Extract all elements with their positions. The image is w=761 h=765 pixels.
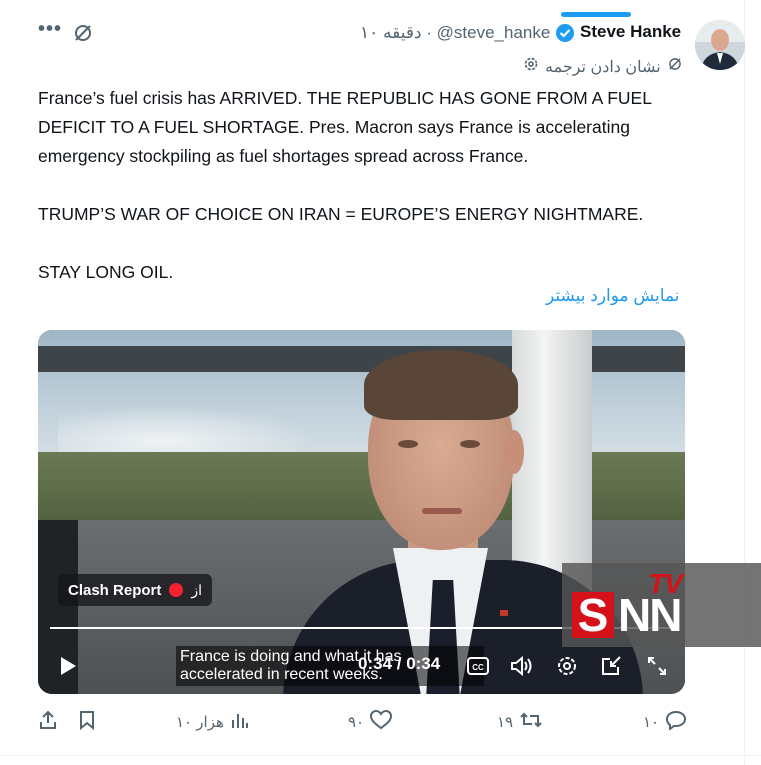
- settings-icon[interactable]: [555, 655, 579, 682]
- grok-translate-icon: [667, 56, 683, 77]
- reply-button[interactable]: ۱۰: [643, 710, 687, 734]
- watermark-nn: NN: [618, 589, 682, 641]
- analytics-icon: [230, 710, 248, 734]
- grok-icon[interactable]: [72, 22, 94, 49]
- author-handle[interactable]: @steve_hanke: [437, 23, 551, 42]
- translate-label: نشان دادن ترجمه: [545, 58, 661, 76]
- column-divider: [744, 0, 745, 765]
- reply-count: ۱۰: [643, 714, 660, 731]
- share-button[interactable]: [38, 710, 58, 734]
- like-count: ۹۰: [348, 714, 365, 731]
- watermark-s: S: [572, 592, 614, 638]
- tab-indicator: [561, 12, 631, 17]
- source-name: Clash Report: [68, 581, 162, 599]
- fullscreen-icon[interactable]: [646, 655, 668, 682]
- share-icon: [38, 710, 58, 734]
- pip-icon[interactable]: [600, 655, 624, 682]
- avatar[interactable]: [695, 20, 745, 70]
- cc-icon[interactable]: CC: [466, 655, 490, 682]
- repost-button[interactable]: ۱۹: [497, 710, 543, 734]
- time-ago[interactable]: ۱۰ دقیقه: [360, 23, 422, 42]
- views-button[interactable]: ۱۰ هزار: [176, 710, 248, 734]
- post-paragraph: STAY LONG OIL.: [38, 262, 174, 282]
- source-prefix: از: [191, 581, 203, 598]
- volume-icon[interactable]: [510, 655, 534, 682]
- post-paragraph: France’s fuel crisis has ARRIVED. THE RE…: [38, 88, 652, 166]
- verified-badge-icon[interactable]: [555, 23, 575, 48]
- video-time: 0:34 / 0:34: [358, 654, 441, 673]
- video-source-chip[interactable]: Clash Report از: [58, 574, 213, 606]
- bookmark-button[interactable]: [78, 710, 96, 734]
- repost-count: ۱۹: [497, 714, 514, 731]
- more-options-button[interactable]: •••: [38, 18, 62, 41]
- svg-text:CC: CC: [472, 663, 484, 672]
- author-name[interactable]: Steve Hanke: [580, 22, 681, 42]
- repost-icon: [519, 710, 543, 734]
- record-icon: [169, 583, 184, 597]
- translate-link[interactable]: نشان دادن ترجمه: [523, 56, 683, 77]
- views-count: ۱۰ هزار: [176, 714, 224, 731]
- post-meta: ۱۰ دقیقه · @steve_hanke: [360, 23, 551, 42]
- show-more-link[interactable]: نمایش موارد بیشتر: [546, 286, 680, 306]
- comment-icon: [665, 710, 687, 734]
- post-divider: [0, 755, 761, 756]
- heart-icon: [370, 709, 393, 734]
- bookmark-icon: [78, 710, 96, 734]
- gear-icon[interactable]: [523, 56, 539, 77]
- post-paragraph: TRUMP’S WAR OF CHOICE ON IRAN = EUROPE’S…: [38, 204, 644, 224]
- like-button[interactable]: ۹۰: [348, 709, 393, 734]
- post-text: France’s fuel crisis has ARRIVED. THE RE…: [38, 84, 688, 287]
- play-icon[interactable]: [58, 655, 78, 682]
